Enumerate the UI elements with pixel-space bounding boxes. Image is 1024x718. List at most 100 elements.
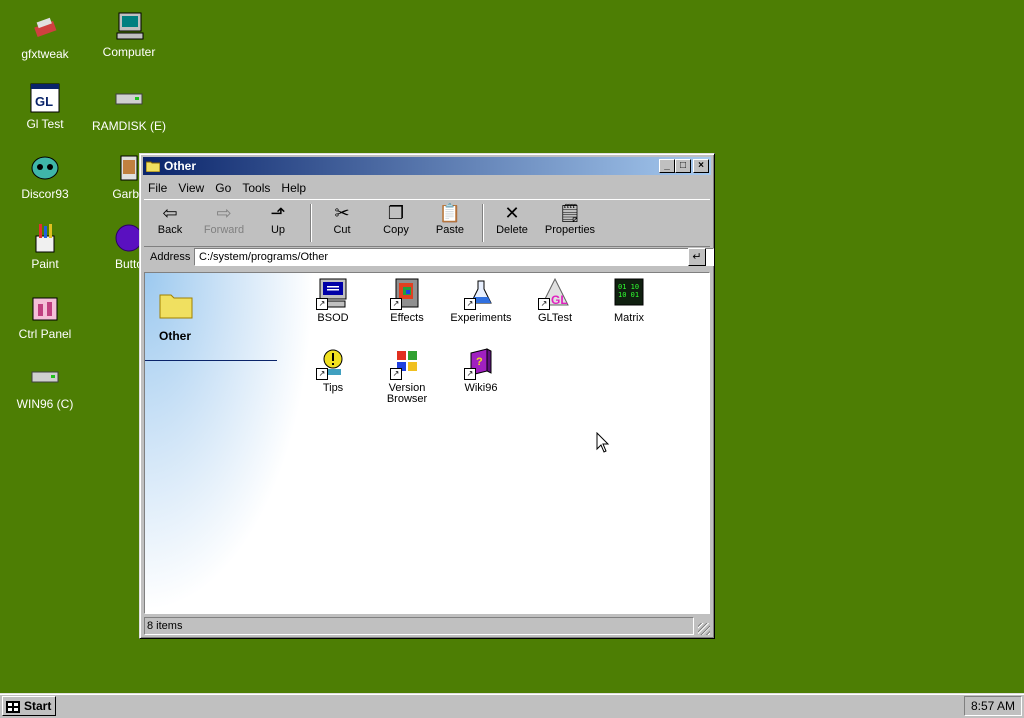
file-item-wiki96[interactable]: ? ↗ Wiki96 [445, 347, 517, 394]
desktop-icon-label: Computer [102, 45, 156, 59]
file-item-label: Effects [390, 312, 424, 324]
matrix-icon: 01 10 10 01 [613, 277, 645, 309]
delete-button[interactable]: ✕ Delete [486, 202, 538, 236]
start-button[interactable]: Start [2, 696, 56, 716]
menu-help[interactable]: Help [277, 179, 310, 197]
desktop-icon-label: Ctrl Panel [18, 327, 72, 341]
svg-text:10 01: 10 01 [618, 291, 639, 299]
forward-arrow-icon: ⇨ [216, 203, 232, 223]
properties-button[interactable]: 🗒 Properties [540, 202, 600, 236]
shortcut-arrow-icon: ↗ [316, 298, 328, 310]
shortcut-arrow-icon: ↗ [316, 368, 328, 380]
desktop-icon-discor93[interactable]: Discor93 [8, 152, 82, 201]
file-item-label: GLTest [537, 312, 573, 324]
file-item-tips[interactable]: ↗ Tips [297, 347, 369, 394]
file-item-matrix[interactable]: 01 10 10 01 Matrix [593, 277, 665, 324]
maximize-button[interactable]: □ [675, 159, 691, 173]
paste-button[interactable]: 📋 Paste [424, 202, 476, 236]
file-item-label: Experiments [450, 312, 512, 324]
desktop-icon-gltest[interactable]: GL Gl Test [8, 82, 82, 131]
desktop-icon-gfxtweak[interactable]: gfxtweak [8, 12, 82, 61]
file-item-gltest[interactable]: GL ↗ GLTest [519, 277, 591, 324]
windows-logo-icon: ↗ [390, 347, 423, 380]
file-item-label: BSOD [317, 312, 349, 324]
menu-bar: File View Go Tools Help [144, 179, 710, 197]
status-text: 8 items [144, 617, 694, 635]
file-item-label: Tips [322, 382, 344, 394]
book-icon: ? ↗ [464, 347, 497, 380]
drive-icon [113, 84, 145, 116]
explorer-window: Other _ □ × File View Go Tools Help ⇦ Ba… [139, 153, 715, 639]
copy-button[interactable]: ❐ Copy [370, 202, 422, 236]
paste-icon: 📋 [438, 203, 462, 223]
minimize-button[interactable]: _ [659, 159, 675, 173]
menu-view[interactable]: View [174, 179, 208, 197]
window-title: Other [164, 159, 197, 173]
delete-label: Delete [496, 224, 528, 236]
forward-label: Forward [203, 224, 245, 236]
file-item-label: Wiki96 [464, 382, 498, 394]
shortcut-arrow-icon: ↗ [390, 368, 402, 380]
desktop-icon-label: Discor93 [21, 187, 69, 201]
desktop-icon-ramdisk[interactable]: RAMDISK (E) [92, 84, 166, 133]
copy-label: Copy [383, 224, 409, 236]
delete-x-icon: ✕ [504, 203, 520, 223]
address-input[interactable]: C:/system/programs/Other [194, 248, 714, 266]
shortcut-arrow-icon: ↗ [390, 298, 402, 310]
flask-icon: ↗ [464, 277, 497, 310]
desktop-icon-ctrl-panel[interactable]: Ctrl Panel [8, 292, 82, 341]
gltest-icon: GL [29, 82, 61, 114]
info-pane: Other [145, 273, 315, 613]
folder-icon [159, 291, 193, 322]
pane-divider [145, 360, 277, 361]
desktop-icon-win96[interactable]: WIN96 (C) [8, 362, 82, 411]
menu-go[interactable]: Go [211, 179, 235, 197]
computer-icon [113, 10, 145, 42]
scissors-icon: ✂ [334, 203, 350, 223]
cut-button[interactable]: ✂ Cut [316, 202, 368, 236]
system-clock: 8:57 AM [964, 696, 1022, 716]
svg-text:GL: GL [35, 94, 53, 109]
mouse-cursor-icon [596, 432, 610, 453]
start-logo-icon [6, 700, 20, 713]
up-button[interactable]: ⬏ Up [252, 202, 304, 236]
toolbar: ⇦ Back ⇨ Forward ⬏ Up ✂ Cut ❐ Copy 📋 Pas… [144, 199, 710, 247]
toolbar-separator [482, 204, 483, 242]
paste-label: Paste [435, 224, 465, 236]
status-bar: 8 items [144, 617, 710, 635]
back-label: Back [157, 224, 183, 236]
close-button[interactable]: × [693, 159, 709, 173]
folder-icon [145, 159, 161, 173]
file-item-bsod[interactable]: ↗ BSOD [297, 277, 369, 324]
effects-icon: ↗ [390, 277, 423, 310]
svg-text:GL: GL [551, 293, 568, 307]
desktop-icon-label: gfxtweak [21, 47, 69, 61]
paint-icon [29, 222, 61, 254]
address-bar: Address C:/system/programs/Other ↵ [144, 247, 714, 269]
file-item-experiments[interactable]: ↗ Experiments [445, 277, 517, 324]
back-arrow-icon: ⇦ [162, 203, 178, 223]
tips-icon: ↗ [316, 347, 349, 380]
go-button[interactable]: ↵ [688, 248, 706, 266]
folder-view: Other ↗ BSOD ↗ Effects ↗ Experiments GL … [144, 272, 710, 614]
back-button[interactable]: ⇦ Back [144, 202, 196, 236]
desktop-icon-paint[interactable]: Paint [8, 222, 82, 271]
resize-grip-icon[interactable] [698, 623, 710, 635]
gltest-icon: GL ↗ [538, 277, 571, 310]
file-item-effects[interactable]: ↗ Effects [371, 277, 443, 324]
menu-file[interactable]: File [144, 179, 171, 197]
desktop-icon-computer[interactable]: Computer [92, 10, 166, 59]
bsod-icon: ↗ [316, 277, 349, 310]
desktop-icon-label: WIN96 (C) [16, 397, 74, 411]
properties-icon: 🗒 [558, 203, 582, 223]
title-bar[interactable]: Other _ □ × [143, 157, 711, 175]
menu-tools[interactable]: Tools [238, 179, 274, 197]
shortcut-arrow-icon: ↗ [464, 368, 476, 380]
desktop-icon-label: Gl Test [26, 117, 64, 131]
cut-label: Cut [333, 224, 351, 236]
taskbar: Start 8:57 AM [0, 693, 1024, 718]
forward-button[interactable]: ⇨ Forward [198, 202, 250, 236]
discord-icon [29, 152, 61, 184]
pane-title: Other [159, 329, 192, 343]
file-item-version-browser[interactable]: ↗ Version Browser [371, 347, 443, 405]
